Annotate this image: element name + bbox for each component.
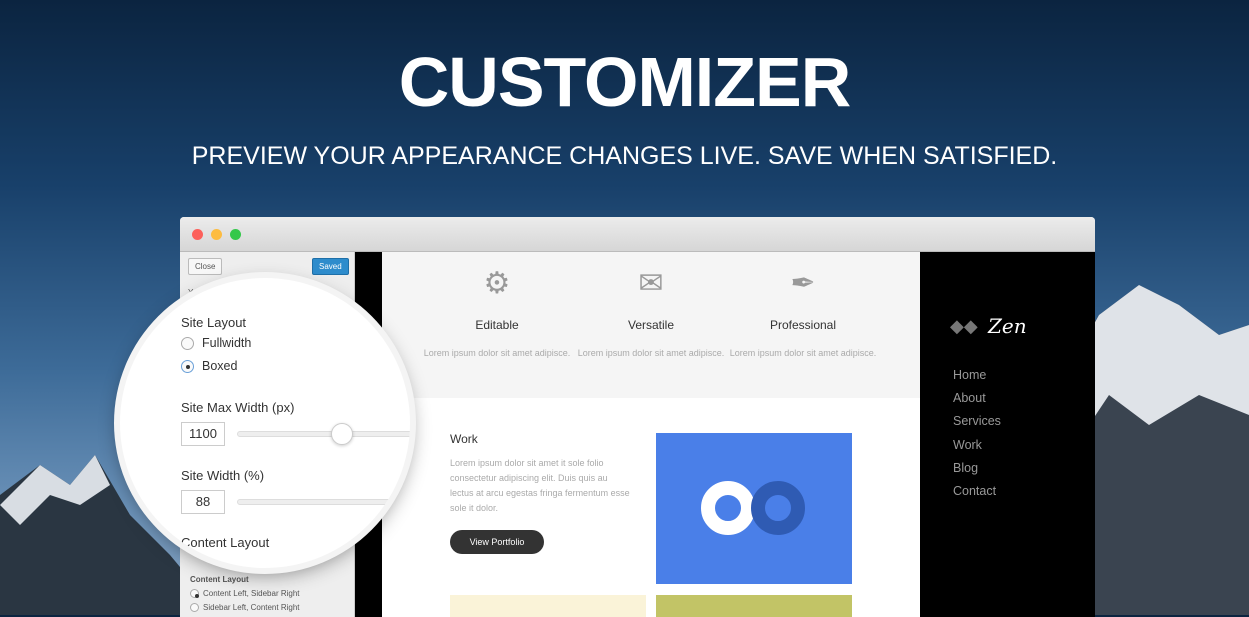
title-bar (180, 217, 1095, 252)
nav-work[interactable]: Work (953, 438, 982, 452)
gear-icon: ⚙ (483, 267, 511, 300)
pen-icon: ✒ (790, 267, 816, 300)
envelope-icon: ✉ (638, 267, 664, 300)
nav-about[interactable]: About (953, 391, 986, 405)
hero-title: CUSTOMIZER (398, 43, 852, 121)
site-layout-label: Site Layout (181, 315, 247, 330)
site-width-label: Site Width (%) (181, 468, 265, 483)
nav-home[interactable]: Home (953, 368, 986, 382)
content-layout-label: Content Layout (190, 575, 249, 584)
max-width-slider-handle[interactable] (331, 423, 353, 445)
features-section: ⚙ Editable Lorem ipsum dolor sit amet adip… (382, 252, 920, 398)
max-width-label: Site Max Width (px) (181, 400, 295, 415)
magnifier: Site Layout Fullwidth Boxed Site Max Wid… (120, 278, 410, 568)
nav-services[interactable]: Services (953, 414, 1001, 428)
work-title: Work (450, 432, 478, 446)
portfolio-image (656, 433, 852, 584)
site-width-input[interactable]: 88 (181, 490, 225, 514)
site-width-slider[interactable] (237, 499, 410, 505)
minimize-window-button[interactable] (211, 229, 222, 240)
view-portfolio-button[interactable]: View Portfolio (450, 530, 544, 554)
radio-boxed[interactable]: Boxed (181, 359, 237, 374)
portfolio-tile (656, 595, 852, 617)
feature-editable: ⚙ Editable Lorem ipsum dolor sit amet adip… (423, 267, 571, 358)
feature-professional: ✒ Professional Lorem ipsum dolor sit amet … (729, 267, 877, 358)
radio-fullwidth[interactable]: Fullwidth (181, 336, 251, 351)
radio-content-left[interactable]: Content Left, Sidebar Right (190, 589, 300, 599)
close-window-button[interactable] (192, 229, 203, 240)
feature-versatile: ✉ Versatile Lorem ipsum dolor sit amet adi… (577, 267, 725, 358)
close-button[interactable]: Close (188, 258, 223, 275)
radio-sidebar-left[interactable]: Sidebar Left, Content Right (190, 603, 300, 613)
content-layout-heading: Content Layout (181, 535, 270, 550)
max-width-slider[interactable] (237, 431, 410, 437)
site-sidebar: ◆◆ Zen Home About Services Work Blog Con… (920, 252, 1095, 617)
infinity-logo-icon (701, 481, 805, 535)
work-text: Lorem ipsum dolor sit amet it sole folio… (450, 458, 630, 513)
max-width-input[interactable]: 1100 (181, 422, 225, 446)
site-logo: Zen (988, 314, 1027, 338)
zoom-window-button[interactable] (230, 229, 241, 240)
diamond-logo-icon: ◆◆ (950, 316, 978, 336)
nav-blog[interactable]: Blog (953, 461, 978, 475)
portfolio-tile (450, 595, 646, 617)
site-preview: ⚙ Editable Lorem ipsum dolor sit amet adip… (382, 252, 920, 617)
hero-subtitle: PREVIEW YOUR APPEARANCE CHANGES LIVE. SA… (191, 142, 1058, 170)
saved-button[interactable]: Saved (312, 258, 349, 275)
nav-contact[interactable]: Contact (953, 484, 996, 498)
